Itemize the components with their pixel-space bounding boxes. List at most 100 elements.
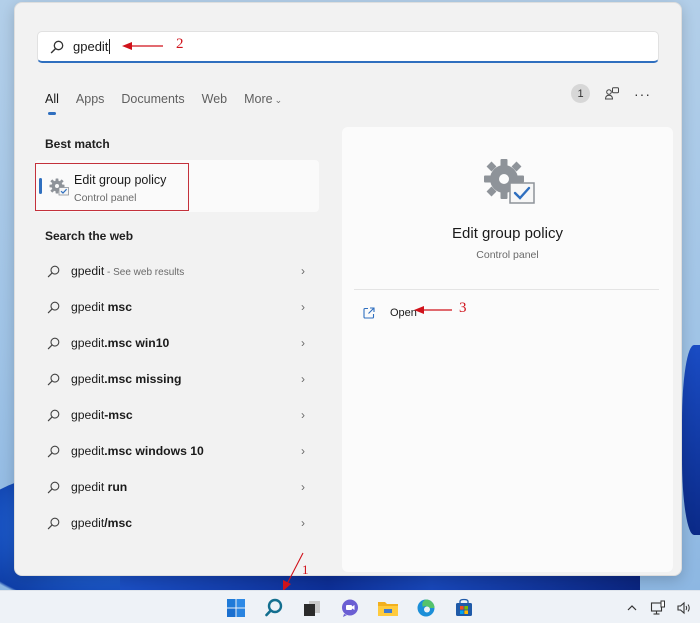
chat-button[interactable] <box>337 595 363 621</box>
best-match-subtitle: Control panel <box>74 192 137 204</box>
open-button[interactable]: Open <box>362 303 417 323</box>
header-tools: 1 ··· <box>571 84 651 103</box>
suggestion-query: gpedit <box>71 372 105 386</box>
best-match-heading: Best match <box>45 137 110 151</box>
divider <box>354 289 659 290</box>
suggestion-text: gpedit/msc <box>71 516 132 530</box>
tab-web[interactable]: Web <box>202 92 227 106</box>
search-icon <box>47 517 60 529</box>
file-explorer-button[interactable] <box>375 595 401 621</box>
volume-button[interactable] <box>676 600 692 616</box>
chevron-right-icon: › <box>301 372 305 386</box>
suggestion-note: - See web results <box>104 267 185 278</box>
group-policy-gear-icon <box>484 159 535 204</box>
chevron-right-icon: › <box>301 516 305 530</box>
task-view-icon <box>304 600 320 616</box>
suggestion-query: gpedit <box>71 516 105 530</box>
more-options-button[interactable]: ··· <box>634 87 651 101</box>
detail-subtitle: Control panel <box>476 249 539 261</box>
start-button[interactable] <box>223 595 249 621</box>
rewards-badge[interactable]: 1 <box>571 84 590 103</box>
web-suggestion-item[interactable]: gpedit-msc › <box>35 397 319 433</box>
suggestion-text: gpedit.msc win10 <box>71 336 169 350</box>
network-button[interactable] <box>650 600 666 616</box>
open-label: Open <box>390 307 417 319</box>
web-suggestion-item[interactable]: gpedit - See web results › <box>35 253 319 289</box>
suggestion-completion: -msc <box>104 408 133 422</box>
folder-icon <box>378 601 398 616</box>
suggestion-completion: .msc windows 10 <box>104 444 204 458</box>
chevron-right-icon: › <box>301 444 305 458</box>
search-icon <box>47 265 60 277</box>
suggestion-query: gpedit <box>71 336 105 350</box>
chat-icon <box>342 599 358 617</box>
suggestion-text: gpedit-msc <box>71 408 133 422</box>
tab-apps[interactable]: Apps <box>76 92 105 106</box>
suggestion-text: gpedit msc <box>71 300 132 314</box>
suggestion-query: gpedit <box>71 480 108 494</box>
show-hidden-icons-button[interactable] <box>624 600 640 616</box>
suggestion-completion: /msc <box>104 516 132 530</box>
result-detail-panel: Edit group policy Control panel Open <box>342 127 673 572</box>
suggestion-completion: .msc win10 <box>104 336 170 350</box>
search-icon <box>47 373 60 385</box>
suggestion-query: gpedit <box>71 264 105 278</box>
suggestion-query: gpedit <box>71 300 108 314</box>
tab-all[interactable]: All <box>45 92 59 115</box>
web-suggestions-list: gpedit - See web results › gpedit msc › gped… <box>35 253 319 541</box>
annotation-step-2: 2 <box>176 36 184 52</box>
best-match-title: Edit group policy <box>74 173 167 187</box>
windows-logo-icon <box>227 598 245 617</box>
edge-icon <box>417 599 435 616</box>
taskbar-search-button[interactable] <box>261 595 287 621</box>
suggestion-query: gpedit <box>71 444 105 458</box>
web-suggestion-item[interactable]: gpedit/msc › <box>35 505 319 541</box>
web-suggestion-item[interactable]: gpedit msc › <box>35 289 319 325</box>
web-suggestion-item[interactable]: gpedit.msc missing › <box>35 361 319 397</box>
search-icon <box>50 40 64 53</box>
search-flyout: gpedit All Apps Documents Web More ⌄ 1 ··… <box>14 2 682 576</box>
suggestion-text: gpedit run <box>71 480 127 494</box>
taskbar-apps <box>223 591 489 623</box>
group-policy-gear-icon <box>49 178 69 196</box>
search-icon <box>47 337 60 349</box>
web-suggestion-item[interactable]: gpedit run › <box>35 469 319 505</box>
taskbar <box>0 590 700 623</box>
open-external-icon <box>363 307 375 319</box>
tab-more-label: More <box>244 92 273 106</box>
chevron-right-icon: › <box>301 300 305 314</box>
search-icon <box>47 481 60 493</box>
annotation-step-3: 3 <box>459 300 467 316</box>
suggestion-query: gpedit <box>71 408 105 422</box>
chevron-right-icon: › <box>301 336 305 350</box>
suggestion-completion: msc <box>107 300 132 314</box>
system-tray <box>614 591 692 623</box>
tab-more[interactable]: More ⌄ <box>244 92 282 106</box>
suggestion-text: gpedit.msc windows 10 <box>71 444 204 458</box>
suggestion-completion: run <box>107 480 128 494</box>
chevron-right-icon: › <box>301 264 305 278</box>
search-query-text[interactable]: gpedit <box>73 39 111 54</box>
search-icon <box>47 445 60 457</box>
suggestion-completion: .msc missing <box>104 372 182 386</box>
task-view-button[interactable] <box>299 595 325 621</box>
chevron-right-icon: › <box>301 408 305 422</box>
chevron-right-icon: › <box>301 480 305 494</box>
network-icon <box>650 600 665 615</box>
edge-browser-button[interactable] <box>413 595 439 621</box>
tab-documents[interactable]: Documents <box>121 92 184 106</box>
web-suggestion-item[interactable]: gpedit.msc windows 10 › <box>35 433 319 469</box>
store-icon <box>456 598 472 616</box>
volume-icon <box>677 601 690 614</box>
search-input[interactable]: gpedit <box>37 31 659 63</box>
chevron-up-icon <box>627 604 637 610</box>
switch-account-icon[interactable] <box>604 86 620 102</box>
detail-title: Edit group policy <box>452 225 563 242</box>
selection-indicator <box>39 178 42 194</box>
search-icon <box>47 301 60 313</box>
filter-tabs: All Apps Documents Web More ⌄ <box>45 87 299 115</box>
annotation-step-1: 1 <box>302 562 309 577</box>
suggestion-text: gpedit - See web results <box>71 264 184 278</box>
web-suggestion-item[interactable]: gpedit.msc win10 › <box>35 325 319 361</box>
store-button[interactable] <box>451 595 477 621</box>
